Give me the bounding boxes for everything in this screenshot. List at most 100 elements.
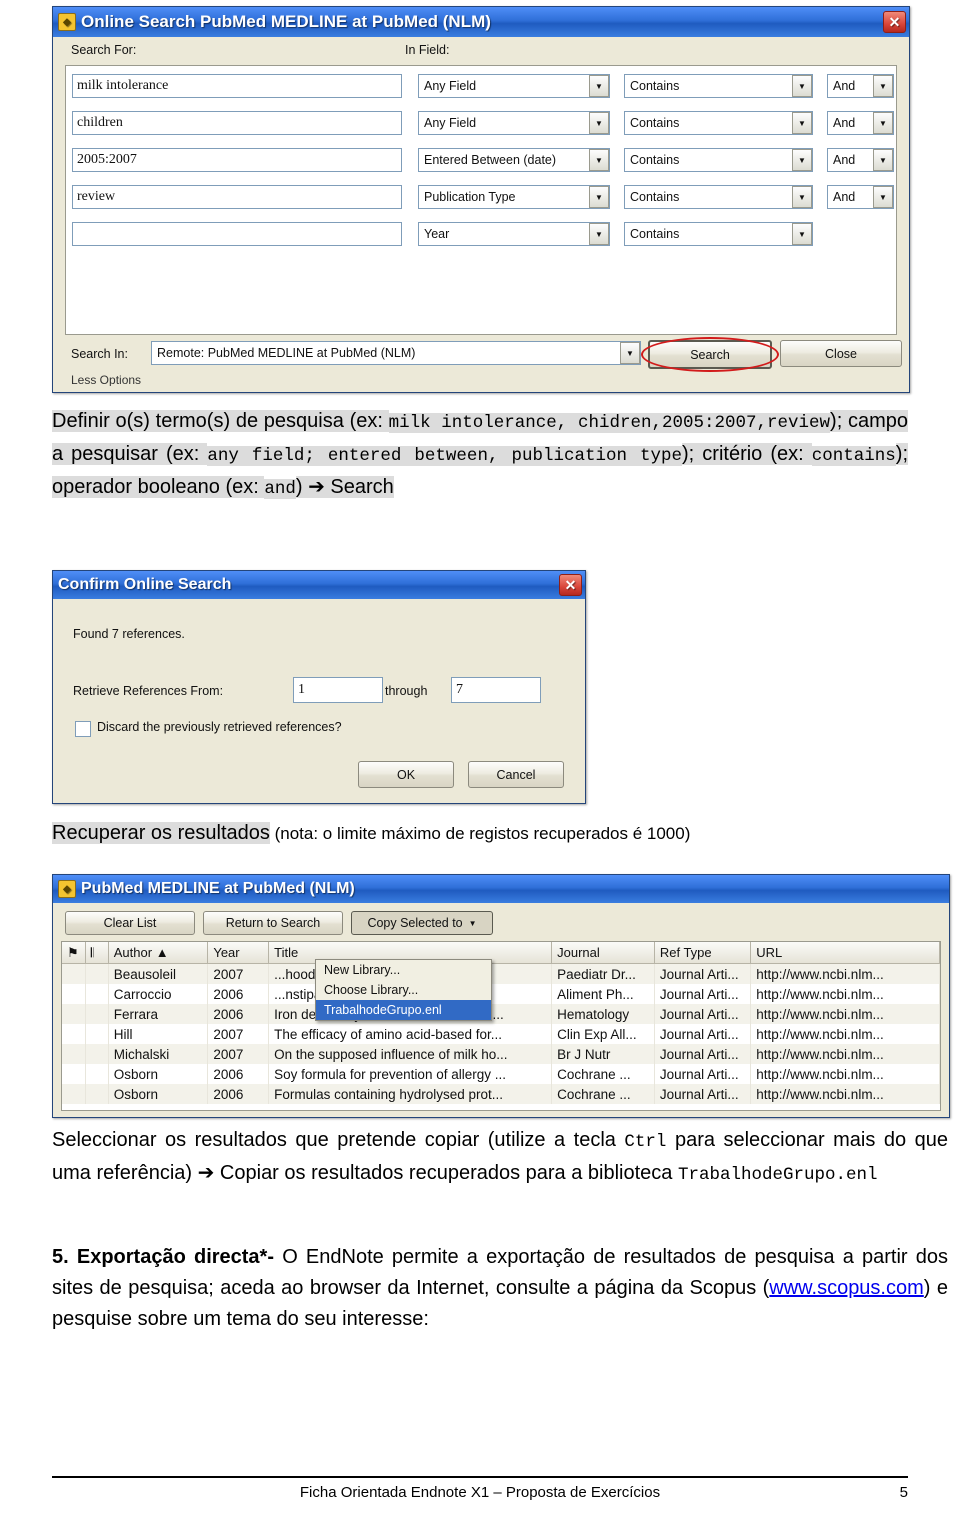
search-rows-panel: milk intolerance Any Field ▼ Contains ▼ An… bbox=[65, 65, 897, 335]
cell-url: http://www.ncbi.nlm... bbox=[750, 984, 940, 1004]
search-button[interactable]: Search bbox=[648, 340, 772, 369]
cell-year: 2006 bbox=[207, 1084, 270, 1104]
menu-item-new-library[interactable]: New Library... bbox=[316, 960, 491, 980]
col-reftype[interactable]: Ref Type bbox=[654, 942, 752, 964]
cancel-button[interactable]: Cancel bbox=[468, 761, 564, 788]
chevron-down-icon[interactable]: ▼ bbox=[589, 186, 609, 208]
close-icon[interactable]: ✕ bbox=[883, 11, 906, 33]
operator-select[interactable]: And ▼ bbox=[827, 74, 894, 98]
cell-title: Formulas containing hydrolysed prot... bbox=[268, 1084, 553, 1104]
chevron-down-icon[interactable]: ▼ bbox=[589, 112, 609, 134]
table-row[interactable]: Ferrara 2006 Iron deficiency in childhoo… bbox=[62, 1004, 940, 1024]
item5-number: 5. bbox=[52, 1246, 69, 1268]
chevron-down-icon[interactable]: ▼ bbox=[792, 223, 812, 245]
search-term-input[interactable]: 2005:2007 bbox=[72, 148, 402, 172]
document-page: ◆ Online Search PubMed MEDLINE at PubMed… bbox=[0, 0, 960, 1536]
cell-year: 2007 bbox=[207, 963, 270, 984]
caption3-mono2: TrabalhodeGrupo.enl bbox=[677, 1165, 878, 1185]
field-select[interactable]: Any Field ▼ bbox=[418, 111, 610, 135]
operator-select-value: And bbox=[833, 190, 856, 204]
chevron-down-icon[interactable]: ▼ bbox=[589, 223, 609, 245]
criteria-select[interactable]: Contains ▼ bbox=[624, 148, 813, 172]
chevron-down-icon[interactable]: ▼ bbox=[620, 342, 640, 364]
chevron-down-icon[interactable]: ▼ bbox=[873, 112, 893, 134]
table-row[interactable]: Osborn 2006 Soy formula for prevention o… bbox=[62, 1064, 940, 1084]
caption1-mono2: any field; entered between, publication … bbox=[207, 446, 682, 466]
search-in-value: Remote: PubMed MEDLINE at PubMed (NLM) bbox=[157, 346, 416, 360]
chevron-down-icon[interactable]: ▼ bbox=[792, 149, 812, 171]
found-references-label: Found 7 references. bbox=[73, 627, 185, 641]
caption2-rest: (nota: o limite máximo de registos recup… bbox=[269, 824, 691, 843]
copy-selected-to-button[interactable]: Copy Selected to ▼ bbox=[351, 911, 493, 935]
criteria-select[interactable]: Contains ▼ bbox=[624, 185, 813, 209]
field-select[interactable]: Year ▼ bbox=[418, 222, 610, 246]
cell-url: http://www.ncbi.nlm... bbox=[750, 1024, 940, 1044]
caption1-mono3: contains bbox=[811, 446, 896, 466]
table-row[interactable]: Osborn 2006 Formulas containing hydrolys… bbox=[62, 1084, 940, 1104]
cell-year: 2007 bbox=[207, 1044, 270, 1064]
col-url[interactable]: URL bbox=[750, 942, 940, 964]
discard-checkbox[interactable] bbox=[75, 721, 91, 737]
table-row[interactable]: Beausoleil 2007 ...hood asth... Paediatr… bbox=[62, 963, 940, 984]
criteria-select[interactable]: Contains ▼ bbox=[624, 222, 813, 246]
item5-bold-lead: Exportação directa*- bbox=[76, 1246, 275, 1268]
clear-list-button[interactable]: Clear List bbox=[65, 911, 195, 935]
cell-reftype: Journal Arti... bbox=[654, 1044, 752, 1064]
cell-reftype: Journal Arti... bbox=[654, 1004, 752, 1024]
cell-year: 2007 bbox=[207, 1024, 270, 1044]
search-term-input[interactable]: children bbox=[72, 111, 402, 135]
cell-url: http://www.ncbi.nlm... bbox=[750, 1004, 940, 1024]
close-icon[interactable]: ✕ bbox=[559, 574, 582, 596]
close-button[interactable]: Close bbox=[780, 340, 902, 367]
chevron-down-icon[interactable]: ▼ bbox=[792, 186, 812, 208]
col-attachment-icon[interactable]: 𝄃 bbox=[85, 942, 109, 964]
chevron-down-icon[interactable]: ▼ bbox=[873, 186, 893, 208]
col-flag-icon[interactable]: ⚑ bbox=[62, 942, 86, 964]
return-to-search-button[interactable]: Return to Search bbox=[203, 911, 343, 935]
search-row: milk intolerance Any Field ▼ Contains ▼ An… bbox=[72, 74, 894, 98]
chevron-down-icon[interactable]: ▼ bbox=[873, 149, 893, 171]
criteria-select[interactable]: Contains ▼ bbox=[624, 74, 813, 98]
search-in-select[interactable]: Remote: PubMed MEDLINE at PubMed (NLM) ▼ bbox=[151, 341, 641, 365]
results-table-container: ⚑ 𝄃 Author ▲ Year Title Journal Ref Type… bbox=[61, 941, 941, 1111]
retrieve-from-input[interactable]: 1 bbox=[293, 677, 383, 703]
chevron-down-icon[interactable]: ▼ bbox=[589, 149, 609, 171]
search-term-input[interactable]: milk intolerance bbox=[72, 74, 402, 98]
table-row[interactable]: Carroccio 2006 ...nstipation ... Aliment… bbox=[62, 984, 940, 1004]
cell-year: 2006 bbox=[207, 1004, 270, 1024]
cell-url: http://www.ncbi.nlm... bbox=[750, 963, 940, 984]
caption-retrieve-results: Recuperar os resultados (nota: o limite … bbox=[52, 818, 908, 849]
operator-select-value: And bbox=[833, 116, 856, 130]
chevron-down-icon[interactable]: ▼ bbox=[589, 75, 609, 97]
menu-item-choose-library[interactable]: Choose Library... bbox=[316, 980, 491, 1000]
field-select[interactable]: Publication Type ▼ bbox=[418, 185, 610, 209]
criteria-select[interactable]: Contains ▼ bbox=[624, 111, 813, 135]
results-body: Clear List Return to Search Copy Selecte… bbox=[53, 903, 949, 1117]
operator-select[interactable]: And ▼ bbox=[827, 185, 894, 209]
criteria-select-value: Contains bbox=[630, 79, 680, 93]
chevron-down-icon[interactable]: ▼ bbox=[873, 75, 893, 97]
ok-button[interactable]: OK bbox=[358, 761, 454, 788]
search-term-input[interactable]: review bbox=[72, 185, 402, 209]
field-select-value: Year bbox=[424, 227, 450, 241]
col-year[interactable]: Year bbox=[207, 942, 270, 964]
chevron-down-icon[interactable]: ▼ bbox=[792, 112, 812, 134]
search-term-input[interactable] bbox=[72, 222, 402, 246]
table-row[interactable]: Michalski 2007 On the supposed influence… bbox=[62, 1044, 940, 1064]
caption1-mono1: milk intolerance, chidren,2005:2007,revi… bbox=[388, 413, 831, 433]
operator-select[interactable]: And ▼ bbox=[827, 111, 894, 135]
caption2-highlight: Recuperar os resultados bbox=[52, 822, 270, 844]
field-select[interactable]: Any Field ▼ bbox=[418, 74, 610, 98]
cell-author: Carroccio bbox=[108, 984, 209, 1004]
scopus-link[interactable]: www.scopus.com bbox=[769, 1277, 924, 1299]
field-select[interactable]: Entered Between (date) ▼ bbox=[418, 148, 610, 172]
cell-reftype: Journal Arti... bbox=[654, 984, 752, 1004]
table-row[interactable]: Hill 2007 The efficacy of amino acid-bas… bbox=[62, 1024, 940, 1044]
menu-item-trabalhodegrupo[interactable]: TrabalhodeGrupo.enl bbox=[316, 1000, 491, 1020]
operator-select[interactable]: And ▼ bbox=[827, 148, 894, 172]
col-author[interactable]: Author ▲ bbox=[108, 942, 209, 964]
caption3-text1: Seleccionar os resultados que pretende c… bbox=[52, 1129, 625, 1151]
chevron-down-icon[interactable]: ▼ bbox=[792, 75, 812, 97]
col-journal[interactable]: Journal bbox=[551, 942, 655, 964]
retrieve-to-input[interactable]: 7 bbox=[451, 677, 541, 703]
